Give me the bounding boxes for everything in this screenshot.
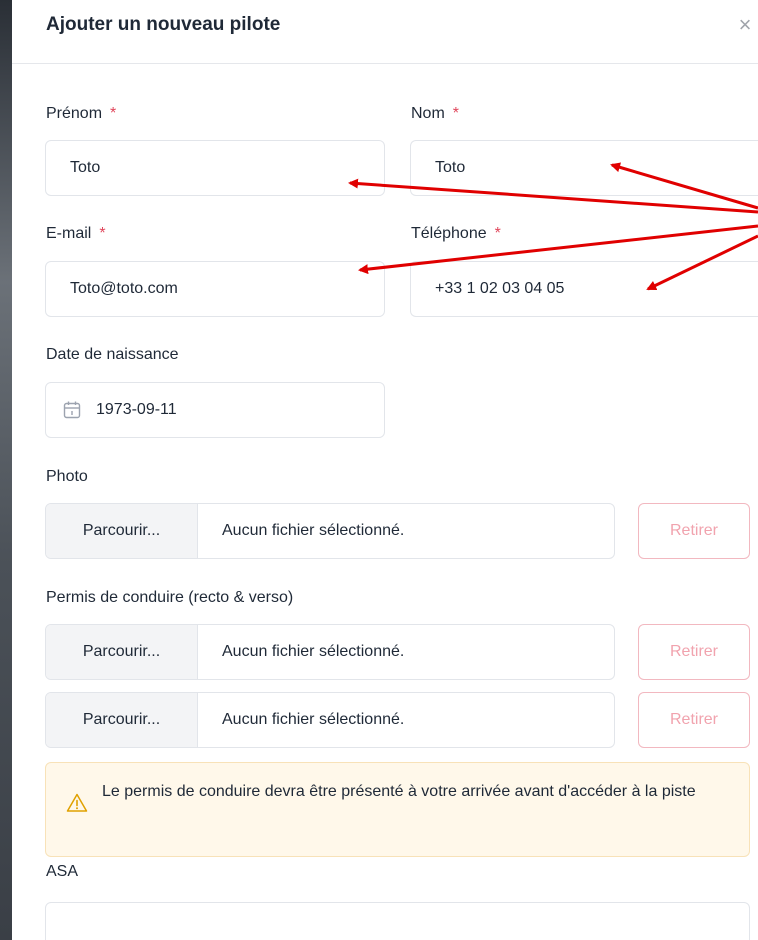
- phone-input[interactable]: +33 1 02 03 04 05: [410, 261, 758, 317]
- calendar-icon: [63, 401, 81, 419]
- birth-date-value: 1973-09-11: [96, 401, 177, 418]
- required-mark: *: [452, 105, 460, 122]
- license-back-browse-button[interactable]: Parcourir...: [46, 693, 198, 747]
- last-name-label-text: Nom: [411, 105, 445, 122]
- license-back-file-status: Aucun fichier sélectionné.: [222, 711, 405, 728]
- first-name-label-text: Prénom: [46, 105, 103, 122]
- photo-label: Photo: [46, 468, 88, 485]
- required-mark: *: [494, 225, 501, 242]
- last-name-value: Toto: [435, 159, 466, 176]
- license-front-file-input[interactable]: Parcourir... Aucun fichier sélectionné.: [45, 624, 615, 680]
- first-name-input[interactable]: Toto: [45, 140, 385, 196]
- email-value: Toto@toto.com: [70, 280, 178, 297]
- phone-label: Téléphone *: [411, 225, 501, 243]
- photo-file-input[interactable]: Parcourir... Aucun fichier sélectionné.: [45, 503, 615, 559]
- asa-label: ASA: [46, 863, 79, 880]
- required-mark: *: [99, 225, 106, 242]
- phone-value: +33 1 02 03 04 05: [435, 280, 565, 297]
- email-label-text: E-mail: [46, 225, 92, 242]
- license-notice: Le permis de conduire devra être présent…: [45, 762, 750, 857]
- close-icon[interactable]: ×: [732, 12, 758, 38]
- birth-date-input[interactable]: 1973-09-11: [45, 382, 385, 438]
- license-front-browse-button[interactable]: Parcourir...: [46, 625, 198, 679]
- birth-date-label: Date de naissance: [46, 346, 179, 363]
- add-pilot-modal: Ajouter un nouveau pilote × Prénom * Toto…: [12, 0, 758, 940]
- email-label: E-mail *: [46, 225, 106, 243]
- phone-label-text: Téléphone: [411, 225, 487, 242]
- first-name-label: Prénom *: [46, 105, 116, 123]
- license-label: Permis de conduire (recto & verso): [46, 589, 294, 606]
- modal-title: Ajouter un nouveau pilote: [46, 14, 281, 35]
- license-back-file-input[interactable]: Parcourir... Aucun fichier sélectionné.: [45, 692, 615, 748]
- photo-browse-button[interactable]: Parcourir...: [46, 504, 198, 558]
- required-mark: *: [110, 105, 117, 122]
- license-notice-text: Le permis de conduire devra être présent…: [102, 783, 696, 800]
- warning-icon: [66, 793, 88, 812]
- license-front-file-status: Aucun fichier sélectionné.: [222, 643, 405, 660]
- license-front-remove-button[interactable]: Retirer: [638, 624, 750, 680]
- first-name-value: Toto: [70, 159, 101, 176]
- photo-remove-button[interactable]: Retirer: [638, 503, 750, 559]
- background-strip: [0, 0, 12, 940]
- photo-file-status: Aucun fichier sélectionné.: [222, 522, 405, 539]
- asa-input[interactable]: [45, 902, 750, 940]
- email-input[interactable]: Toto@toto.com: [45, 261, 385, 317]
- modal-header: Ajouter un nouveau pilote ×: [12, 0, 758, 64]
- last-name-input[interactable]: Toto: [410, 140, 758, 196]
- license-back-remove-button[interactable]: Retirer: [638, 692, 750, 748]
- last-name-label: Nom *: [411, 105, 459, 123]
